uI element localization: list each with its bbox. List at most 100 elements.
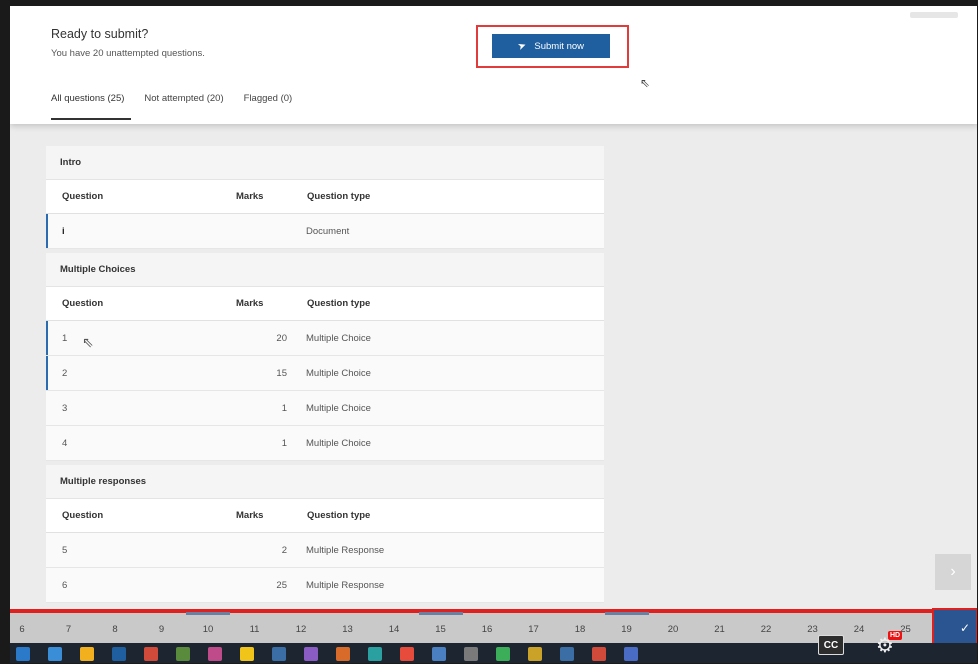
question-row[interactable]: 1 20 Multiple Choice (46, 321, 604, 356)
taskbar-app-icon[interactable] (144, 647, 158, 661)
column-header-type: Question type (307, 191, 371, 202)
question-nav-item[interactable]: 13 (336, 624, 360, 635)
question-nav-item[interactable]: 16 (475, 624, 499, 635)
question-marks: 15 (276, 367, 287, 379)
column-header-question: Question (62, 191, 104, 202)
chevron-right-icon: › (950, 563, 956, 580)
send-icon: ➤ (516, 39, 529, 53)
question-marks: 25 (276, 579, 287, 591)
submit-now-button[interactable]: ➤ Submit now (492, 34, 610, 58)
question-nav-item[interactable]: 23 (801, 624, 825, 635)
question-nav-item[interactable]: 24 (847, 624, 871, 635)
question-nav-item[interactable]: 20 (661, 624, 685, 635)
question-row[interactable]: 5 2 Multiple Response (46, 533, 604, 568)
question-filter-tabs: All questions (25) Not attempted (20) Flag… (51, 93, 305, 120)
taskbar-app-icon[interactable] (80, 647, 94, 661)
submit-highlight-box: ➤ Submit now (476, 25, 629, 68)
column-header-marks: Marks (236, 298, 264, 309)
video-settings-button[interactable]: ⚙ HD (876, 631, 903, 657)
question-number: 1 (62, 332, 68, 344)
taskbar-app-icon[interactable] (464, 647, 478, 661)
column-header-marks: Marks (236, 510, 264, 521)
question-row[interactable]: i Document (46, 214, 604, 249)
taskbar-app-icon[interactable] (368, 647, 382, 661)
column-header-question: Question (62, 510, 104, 521)
tab-filter-2[interactable]: Flagged (0) (237, 93, 300, 120)
column-header-marks: Marks (236, 191, 264, 202)
question-nav-item[interactable]: 10 (186, 612, 230, 635)
question-number: 4 (62, 437, 68, 449)
tab-filter-1[interactable]: Not attempted (20) (137, 93, 230, 120)
taskbar-app-icon[interactable] (560, 647, 574, 661)
screen-frame: Ready to submit? You have 20 unattempted… (0, 0, 978, 664)
hd-badge: HD (888, 631, 903, 640)
question-marks: 2 (281, 544, 287, 556)
question-type: Multiple Choice (306, 402, 371, 414)
question-nav-item[interactable]: 21 (708, 624, 732, 635)
question-number: i (62, 225, 65, 237)
section-heading: Multiple responses (46, 465, 604, 499)
question-nav-item[interactable]: 12 (289, 624, 313, 635)
taskbar-app-icon[interactable] (496, 647, 510, 661)
submit-header: Ready to submit? You have 20 unattempted… (10, 6, 977, 124)
taskbar-app-icon[interactable] (208, 647, 222, 661)
question-row[interactable]: 2 15 Multiple Choice (46, 356, 604, 391)
question-marks: 1 (281, 437, 287, 449)
unattempted-summary: You have 20 unattempted questions. (51, 48, 205, 59)
section-heading: Intro (46, 146, 604, 180)
questions-table: Intro Question Marks Question type i Document… (46, 146, 604, 603)
column-header-type: Question type (307, 510, 371, 521)
question-type: Multiple Choice (306, 367, 371, 379)
taskbar-app-icon[interactable] (240, 647, 254, 661)
question-nav-item[interactable]: 11 (243, 624, 267, 635)
question-nav-item[interactable]: 17 (522, 624, 546, 635)
column-header-row: Question Marks Question type (46, 180, 604, 214)
taskbar-app-icon[interactable] (48, 647, 62, 661)
taskbar-app-icon[interactable] (16, 647, 30, 661)
question-type: Document (306, 225, 350, 237)
taskbar-app-icon[interactable] (624, 647, 638, 661)
question-nav-item[interactable]: 15 (418, 612, 463, 635)
taskbar-app-icon[interactable] (432, 647, 446, 661)
question-type: Multiple Response (306, 544, 385, 556)
taskbar-app-icon[interactable] (272, 647, 286, 661)
column-header-row: Question Marks Question type (46, 287, 604, 321)
next-arrow-button[interactable]: › (935, 554, 971, 590)
closed-captions-button[interactable]: CC (818, 635, 844, 655)
question-nav-item[interactable]: 22 (754, 624, 778, 635)
question-marks: 20 (276, 332, 287, 344)
question-type: Multiple Choice (306, 437, 371, 449)
question-number: 3 (62, 402, 68, 414)
question-type: Multiple Response (306, 579, 385, 591)
column-header-question: Question (62, 298, 104, 309)
question-row[interactable]: 4 1 Multiple Choice (46, 426, 604, 461)
taskbar-app-icon[interactable] (304, 647, 318, 661)
taskbar-app-icon[interactable] (528, 647, 542, 661)
os-taskbar: CC ⚙ HD (10, 631, 977, 663)
question-nav-item[interactable]: 8 (103, 624, 127, 635)
finish-review-button[interactable]: ✓ (932, 608, 977, 647)
page-title: Ready to submit? (51, 27, 149, 41)
taskbar-app-icon[interactable] (336, 647, 350, 661)
taskbar-app-icon[interactable] (400, 647, 414, 661)
section-heading: Multiple Choices (46, 253, 604, 287)
question-nav-item[interactable]: 18 (568, 624, 592, 635)
question-number: 6 (62, 579, 68, 591)
question-nav-item[interactable]: 7 (57, 624, 81, 635)
question-nav-item[interactable]: 9 (150, 624, 174, 635)
window-controls (910, 12, 958, 18)
taskbar-app-icon[interactable] (176, 647, 190, 661)
question-marks: 1 (281, 402, 287, 414)
question-number: 2 (62, 367, 68, 379)
question-row[interactable]: 6 25 Multiple Response (46, 568, 604, 603)
question-type: Multiple Choice (306, 332, 371, 344)
taskbar-app-icon[interactable] (112, 647, 126, 661)
taskbar-app-icon[interactable] (592, 647, 606, 661)
question-nav-item[interactable]: 14 (382, 624, 406, 635)
check-icon: ✓ (959, 620, 970, 635)
question-row[interactable]: 3 1 Multiple Choice (46, 391, 604, 426)
column-header-row: Question Marks Question type (46, 499, 604, 533)
question-nav-item[interactable]: 6 (10, 624, 34, 635)
question-nav-item[interactable]: 19 (604, 612, 649, 635)
tab-filter-0[interactable]: All questions (25) (51, 93, 132, 120)
